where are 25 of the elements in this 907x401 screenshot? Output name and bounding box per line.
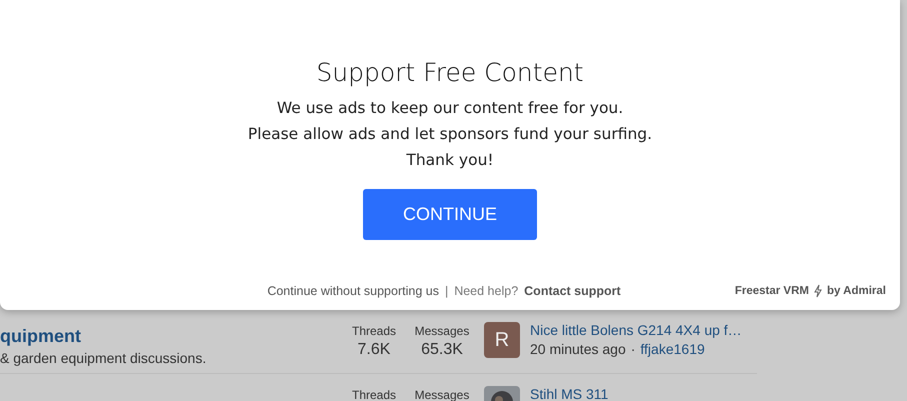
stat-label: Threads (352, 388, 396, 401)
contact-support-link[interactable]: Contact support (524, 284, 621, 298)
bolt-icon (812, 284, 823, 298)
user-avatar[interactable]: R (484, 322, 520, 358)
modal-title: Support Free Content (316, 58, 584, 87)
continue-button[interactable]: CONTINUE (363, 189, 537, 240)
forum-title[interactable]: quipment (0, 326, 340, 347)
stat-label: Messages (414, 324, 470, 338)
brand-label: Freestar VRM (734, 285, 809, 297)
brand-label: by Admiral (826, 285, 886, 297)
help-label: Need help? (454, 284, 518, 298)
separator-text: | (444, 284, 448, 298)
skip-link[interactable]: Continue without supporting us (267, 284, 439, 298)
modal-message: We use ads to keep our content free for you. (276, 98, 624, 119)
separator-dot: · (630, 341, 636, 357)
forum-description: & garden equipment discussions. (0, 350, 208, 366)
stat-label: Threads (352, 324, 396, 338)
thread-link[interactable]: Nice little Bolens G214 4X4 up f… (530, 322, 742, 338)
modal-message: Thank you! (406, 150, 494, 171)
stat-value: 65.3K (421, 341, 463, 359)
modal-message: Please allow ads and let sponsors fund your surfing. (248, 124, 652, 145)
post-time: 20 minutes ago (530, 341, 626, 357)
username-link[interactable]: ffjake1619 (640, 341, 705, 357)
stat-value: 7.6K (358, 341, 390, 359)
thread-link[interactable]: Stihl MS 311 (530, 386, 608, 401)
